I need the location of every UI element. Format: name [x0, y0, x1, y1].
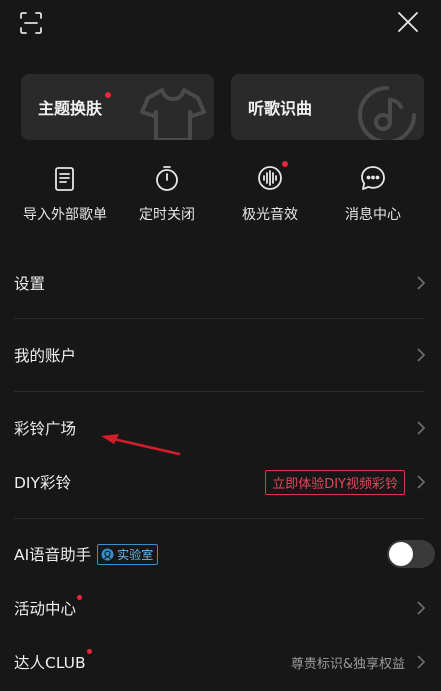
club-label: 达人CLUB	[14, 649, 92, 673]
ringtone-plaza-row[interactable]: 彩铃广场	[0, 400, 441, 456]
ringtone-plaza-label: 彩铃广场	[14, 420, 77, 438]
diy-ringtone-label: DIY彩铃	[14, 474, 71, 492]
lab-badge: 实验室	[97, 543, 159, 565]
scan-button[interactable]	[14, 6, 48, 40]
lab-badge-label: 实验室	[117, 547, 154, 562]
settings-label: 设置	[14, 275, 46, 293]
new-dot	[105, 92, 111, 98]
divider	[14, 318, 424, 319]
ai-assistant-label: AI语音助手	[14, 546, 92, 564]
new-dot	[86, 649, 92, 654]
club-row[interactable]: 达人CLUB 尊贵标识&独享权益	[0, 634, 441, 690]
toggle-knob	[389, 542, 413, 566]
audio-effect-label: 极光音效	[242, 207, 298, 223]
chevron-right-icon	[417, 655, 426, 669]
divider	[14, 391, 424, 392]
chevron-right-icon	[417, 421, 426, 435]
close-button[interactable]	[390, 4, 426, 40]
chevron-right-icon	[417, 276, 426, 290]
my-account-label: 我的账户	[14, 347, 77, 365]
new-dot	[282, 161, 288, 167]
audio-effect-icon	[258, 166, 282, 190]
new-dot	[77, 595, 83, 600]
close-icon	[398, 12, 418, 32]
music-disc-icon	[358, 86, 416, 140]
divider	[14, 518, 424, 519]
song-recognition-card[interactable]: 听歌识曲	[231, 74, 424, 140]
import-playlist-label: 导入外部歌单	[23, 207, 107, 223]
diy-ringtone-row[interactable]: DIY彩铃 立即体验DIY视频彩铃	[0, 454, 441, 510]
chevron-right-icon	[417, 601, 426, 615]
message-icon	[361, 166, 385, 190]
activity-center-label: 活动中心	[14, 595, 83, 619]
sleep-timer-button[interactable]: 定时关闭	[112, 163, 222, 224]
ai-assistant-toggle[interactable]	[387, 540, 435, 568]
ai-assistant-row[interactable]: AI语音助手 实验室	[0, 526, 441, 582]
timer-icon	[156, 166, 178, 191]
song-recognition-label: 听歌识曲	[248, 99, 313, 118]
theme-skin-label: 主题换肤	[38, 99, 103, 118]
chevron-right-icon	[417, 475, 426, 489]
theme-skin-card[interactable]: 主题换肤	[21, 74, 214, 140]
diy-promo-tag[interactable]: 立即体验DIY视频彩铃	[265, 469, 405, 495]
lab-icon	[101, 548, 114, 560]
scan-icon	[20, 12, 42, 34]
sleep-timer-label: 定时关闭	[139, 207, 195, 223]
message-center-button[interactable]: 消息中心	[318, 163, 428, 224]
settings-row[interactable]: 设置	[0, 255, 441, 311]
tshirt-icon	[140, 88, 206, 140]
my-account-row[interactable]: 我的账户	[0, 327, 441, 383]
club-description: 尊贵标识&独享权益	[290, 656, 405, 672]
message-center-label: 消息中心	[345, 207, 401, 223]
activity-center-row[interactable]: 活动中心	[0, 580, 441, 636]
activity-center-text: 活动中心	[14, 600, 77, 618]
import-playlist-icon	[55, 167, 74, 191]
audio-effect-button[interactable]: 极光音效	[215, 161, 325, 224]
import-playlist-button[interactable]: 导入外部歌单	[10, 163, 120, 224]
club-text: 达人CLUB	[14, 654, 86, 672]
chevron-right-icon	[417, 348, 426, 362]
